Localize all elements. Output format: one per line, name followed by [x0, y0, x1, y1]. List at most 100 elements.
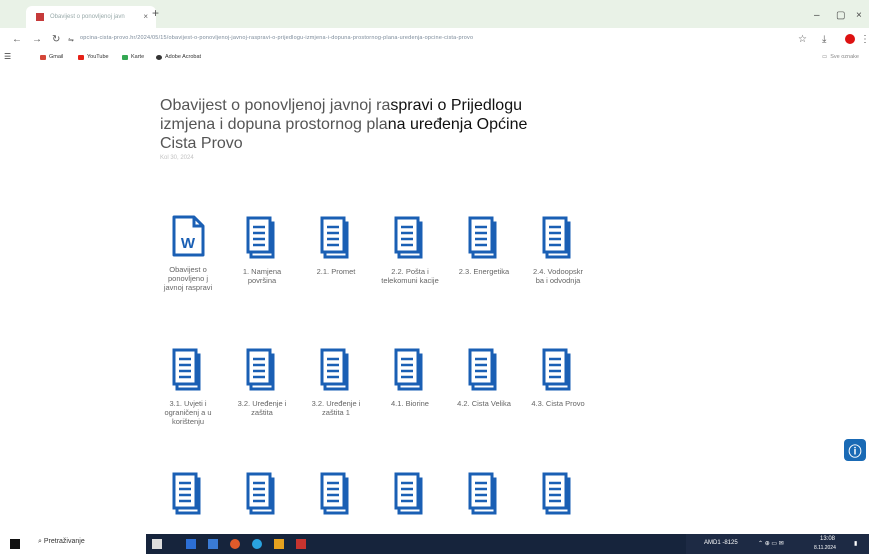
bookmark-label: YouTube [87, 54, 109, 60]
word-document-icon: W [172, 215, 205, 257]
document-icon [320, 216, 349, 259]
document-label: 2.2. Pošta i telekomuni kacije [381, 267, 439, 285]
document-icon [468, 216, 497, 259]
notifications-icon[interactable]: ▮ [854, 540, 857, 547]
youtube-icon [78, 54, 84, 60]
document-icon [542, 472, 571, 515]
files-icon[interactable] [274, 539, 284, 549]
clock-date: 8.11.2024 [814, 545, 836, 551]
document-icon [246, 216, 275, 259]
document-link[interactable] [528, 471, 588, 523]
document-label: 3.2. Uređenje i zaštita [237, 399, 287, 417]
document-link[interactable]: 3.2. Uređenje i zaštita 1 [306, 347, 366, 417]
bookmark-gmail[interactable]: Gmail [40, 54, 63, 60]
document-icon [394, 348, 423, 391]
info-icon: ⓘ [848, 443, 862, 459]
other-bookmarks[interactable]: ▭ Sve oznake [822, 54, 859, 60]
bookmark-karte[interactable]: Karte [122, 54, 144, 60]
document-link[interactable]: 4.2. Cista Velika [454, 347, 514, 408]
minimize-icon[interactable]: – [814, 10, 820, 21]
page-title: Obavijest o ponovljenoj javnoj raspravi … [160, 96, 560, 153]
bookmarks-bar: ☰ Gmail YouTube Karte Adobe Acrobat ▭ Sv… [0, 52, 869, 66]
document-label: Obavijest o ponovljeno j javnoj raspravi [163, 265, 213, 292]
document-label: 4.3. Cista Provo [531, 399, 585, 408]
document-link[interactable] [306, 471, 366, 523]
reload-icon[interactable]: ↻ [52, 34, 60, 45]
title-text: Obavijest o ponovljenoj javnoj ra [160, 97, 391, 114]
document-label: 4.1. Biorine [391, 399, 429, 408]
bookmark-youtube[interactable]: YouTube [78, 54, 109, 60]
document-link[interactable]: 2.3. Energetika [454, 215, 514, 276]
bookmark-label: Adobe Acrobat [165, 54, 202, 60]
browser-tab[interactable]: Obavijest o ponovljenoj javn × [26, 6, 156, 28]
document-label: 2.3. Energetika [458, 267, 510, 276]
mail-icon[interactable] [186, 539, 196, 549]
document-icon [394, 472, 423, 515]
apps-icon[interactable]: ☰ [4, 52, 11, 61]
menu-icon[interactable]: ⋮ [860, 34, 869, 45]
document-link[interactable]: 2.1. Promet [306, 215, 366, 276]
document-label: 2.1. Promet [316, 267, 356, 276]
edge-icon[interactable] [252, 539, 262, 549]
new-tab-button[interactable]: + [152, 6, 159, 20]
maps-icon [122, 54, 128, 60]
tray-icons[interactable]: ⌃ ⊕ ▭ ✉ [758, 540, 784, 547]
document-icon [394, 216, 423, 259]
task-view-icon[interactable] [152, 539, 162, 549]
back-icon[interactable]: ← [12, 34, 22, 45]
profile-avatar[interactable] [845, 34, 855, 44]
document-link[interactable]: 3.1. Uvjeti i ograničenj a u korištenju [158, 347, 218, 426]
download-icon[interactable]: ⤓ [822, 34, 826, 45]
browser-tabstrip: Obavijest o ponovljenoj javn × + – ▢ × [0, 0, 869, 28]
document-label: 3.2. Uređenje i zaštita 1 [311, 399, 361, 417]
taskbar-apps [146, 534, 686, 554]
document-link[interactable]: 1. Namjena površina [232, 215, 292, 285]
system-tray: AMD1 -8125 ⌃ ⊕ ▭ ✉ 13:08 8.11.2024 ▮ [686, 534, 869, 554]
forward-icon[interactable]: → [32, 34, 42, 45]
document-icon [542, 216, 571, 259]
browser-navbar: ← → ↻ ⇋ opcina-cista-provo.hr/2024/05/15… [0, 28, 869, 52]
document-link[interactable]: 4.3. Cista Provo [528, 347, 588, 408]
document-link[interactable] [380, 471, 440, 523]
title-text: izmjena i dopuna prostornog pla [160, 116, 388, 133]
document-link[interactable]: 2.4. Vodoopskr ba i odvodnja [528, 215, 588, 285]
document-icon [320, 472, 349, 515]
document-link[interactable]: 3.2. Uređenje i zaštita [232, 347, 292, 417]
bookmark-star-icon[interactable]: ☆ [798, 34, 807, 45]
tab-close-icon[interactable]: × [143, 12, 148, 21]
bookmark-acrobat[interactable]: Adobe Acrobat [156, 54, 201, 60]
address-bar[interactable]: opcina-cista-provo.hr/2024/05/15/obavije… [80, 35, 473, 41]
acrobat-icon [156, 54, 162, 60]
gmail-icon [40, 54, 46, 60]
document-label: 4.2. Cista Velika [457, 399, 511, 408]
title-text: Cista Provo [160, 135, 243, 152]
document-link[interactable] [454, 471, 514, 523]
document-link[interactable]: 4.1. Biorine [380, 347, 440, 408]
bookmark-label: Gmail [49, 54, 64, 60]
firefox-icon[interactable] [230, 539, 240, 549]
document-label: 1. Namjena površina [242, 267, 282, 285]
document-icon [246, 472, 275, 515]
document-link[interactable] [158, 471, 218, 523]
bookmark-label: Karte [131, 54, 145, 60]
close-window-icon[interactable]: × [856, 10, 862, 21]
windows-start-icon[interactable] [10, 539, 20, 549]
document-link[interactable]: 2.2. Pošta i telekomuni kacije [380, 215, 440, 285]
document-label: 3.1. Uvjeti i ograničenj a u korištenju [164, 399, 212, 426]
document-icon [246, 348, 275, 391]
windows-taskbar: ⌕ Pretraživanje AMD1 -8125 ⌃ ⊕ ▭ ✉ 13:08… [0, 532, 869, 556]
document-link[interactable]: W Obavijest o ponovljeno j javnoj rasprav… [158, 215, 218, 292]
site-info-icon[interactable]: ⇋ [68, 36, 74, 44]
site-favicon-icon [36, 13, 44, 21]
explorer-icon[interactable] [208, 539, 218, 549]
document-link[interactable] [232, 471, 292, 523]
taskbar-search[interactable]: ⌕ Pretraživanje [38, 538, 85, 546]
search-placeholder: Pretraživanje [43, 538, 85, 545]
clock-time: 13:08 [820, 536, 836, 542]
app-icon[interactable] [296, 539, 306, 549]
cpu-status: AMD1 -8125 [704, 540, 738, 546]
document-icon [468, 472, 497, 515]
accessibility-help-button[interactable]: ⓘ [844, 439, 866, 461]
document-icon [172, 472, 201, 515]
maximize-icon[interactable]: ▢ [836, 10, 845, 21]
